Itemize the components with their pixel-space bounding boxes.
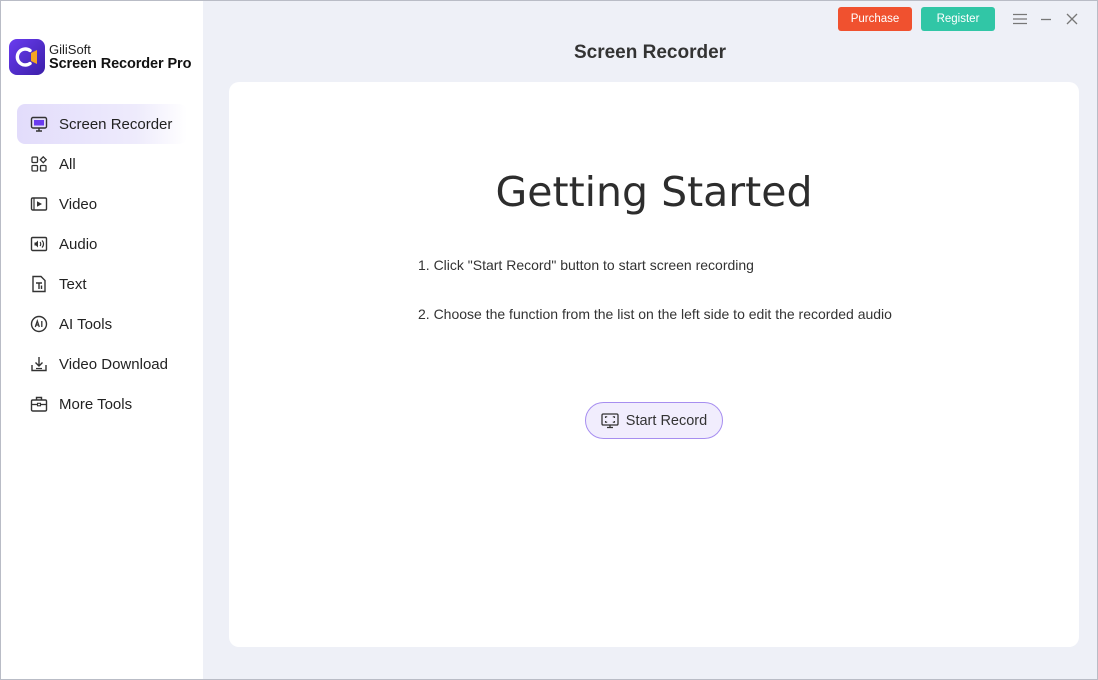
sidebar-item-text[interactable]: Text	[17, 264, 187, 304]
purchase-button[interactable]: Purchase	[838, 7, 912, 31]
close-icon[interactable]	[1059, 10, 1085, 28]
audio-icon	[29, 234, 49, 254]
register-button[interactable]: Register	[921, 7, 995, 31]
sidebar-item-all[interactable]: All	[17, 144, 187, 184]
instruction-step-1: 1. Click "Start Record" button to start …	[418, 257, 754, 273]
sidebar-item-video-download[interactable]: Video Download	[17, 344, 187, 384]
video-icon	[29, 194, 49, 214]
getting-started-panel: Getting Started 1. Click "Start Record" …	[229, 82, 1079, 647]
brand-company: GiliSoft	[49, 42, 91, 57]
sidebar-item-label: Video Download	[59, 355, 168, 373]
menu-icon[interactable]	[1007, 10, 1033, 28]
app-logo-icon	[9, 39, 45, 75]
sidebar-item-audio[interactable]: Audio	[17, 224, 187, 264]
sidebar-item-label: Video	[59, 195, 98, 213]
instruction-step-2: 2. Choose the function from the list on …	[418, 306, 892, 322]
sidebar-item-label: More Tools	[59, 395, 133, 413]
app-window: GiliSoft Screen Recorder Pro Screen Reco…	[0, 0, 1098, 680]
getting-started-heading: Getting Started	[495, 168, 813, 216]
minimize-icon[interactable]	[1033, 10, 1059, 28]
grid-icon	[29, 154, 49, 174]
window-controls	[1007, 10, 1085, 28]
brand: GiliSoft Screen Recorder Pro	[9, 39, 191, 75]
sidebar-item-screen-recorder[interactable]: Screen Recorder	[17, 104, 187, 144]
sidebar-item-more-tools[interactable]: More Tools	[17, 384, 187, 424]
sidebar-item-label: Screen Recorder	[59, 115, 173, 133]
start-record-label: Start Record	[625, 412, 708, 429]
sidebar-item-ai-tools[interactable]: AI Tools	[17, 304, 187, 344]
sidebar-item-label: AI Tools	[59, 315, 113, 333]
sidebar-item-label: All	[59, 155, 76, 173]
titlebar-buttons: Purchase Register	[838, 7, 995, 31]
sidebar: GiliSoft Screen Recorder Pro Screen Reco…	[1, 1, 203, 679]
text-icon	[29, 274, 49, 294]
monitor-icon	[29, 114, 49, 134]
screen-capture-icon	[601, 412, 619, 429]
ai-icon	[29, 314, 49, 334]
download-icon	[29, 354, 49, 374]
sidebar-nav: Screen Recorder All Video Audio Text AI …	[17, 104, 187, 424]
page-title: Screen Recorder	[573, 42, 727, 63]
toolbox-icon	[29, 394, 49, 414]
start-record-button[interactable]: Start Record	[585, 402, 723, 439]
sidebar-item-video[interactable]: Video	[17, 184, 187, 224]
brand-product: Screen Recorder Pro	[49, 56, 192, 72]
sidebar-item-label: Audio	[59, 235, 98, 253]
sidebar-item-label: Text	[59, 275, 87, 293]
